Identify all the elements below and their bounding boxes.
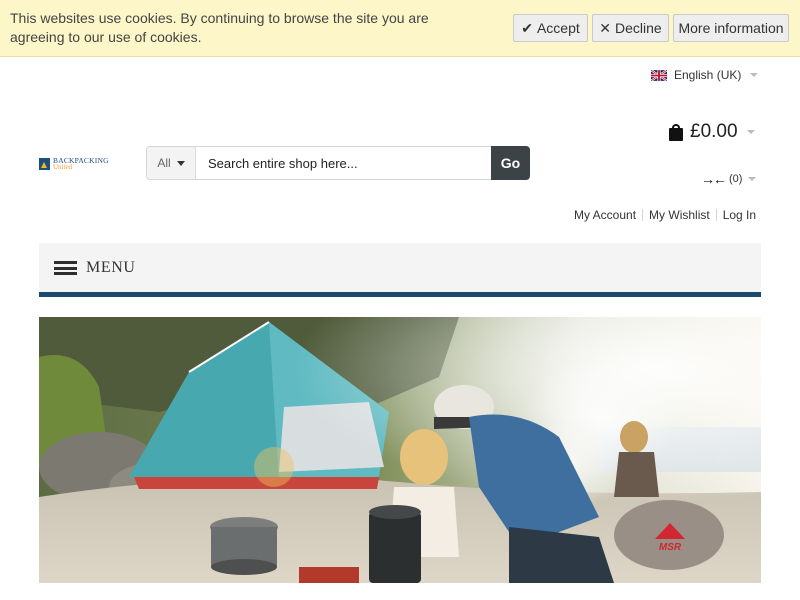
menu-toggle-button[interactable]: MENU xyxy=(54,258,136,278)
close-icon: ✕ xyxy=(599,19,612,36)
cart-total: £0.00 xyxy=(690,121,738,142)
accept-cookies-button[interactable]: ✔ Accept xyxy=(513,14,588,42)
link-divider xyxy=(642,209,644,221)
more-information-label: More information xyxy=(678,20,784,36)
menu-label: MENU xyxy=(86,259,136,276)
account-links: My Account My Wishlist Log In xyxy=(574,207,756,223)
logo-text-united: United xyxy=(53,163,73,171)
hero-banner[interactable]: MSR xyxy=(39,317,761,583)
caret-down-icon xyxy=(176,160,185,166)
compare-products[interactable]: →← (0) xyxy=(701,171,757,187)
chevron-down-icon xyxy=(750,73,759,77)
hamburger-icon xyxy=(54,261,77,275)
search-bar: All Go xyxy=(146,146,530,180)
navigation-accent-line xyxy=(39,292,761,297)
accept-label: Accept xyxy=(536,20,580,36)
compare-count: (0) xyxy=(729,173,743,185)
search-category-label: All xyxy=(157,156,171,170)
uk-flag-icon xyxy=(651,69,667,81)
compare-arrows-icon: →← xyxy=(701,171,727,187)
site-logo[interactable]: BACKPACKING United xyxy=(39,157,109,171)
chevron-down-icon xyxy=(746,130,755,134)
cookie-message: This websites use cookies. By continuing… xyxy=(10,10,429,45)
mountain-logo-icon xyxy=(39,158,50,170)
log-in-link[interactable]: Log In xyxy=(723,208,756,222)
cookie-consent-bar: This websites use cookies. By continuing… xyxy=(0,0,800,57)
language-label: English (UK) xyxy=(674,68,742,82)
search-input[interactable] xyxy=(197,147,491,179)
search-category-select[interactable]: All xyxy=(147,147,196,179)
shopping-bag-icon xyxy=(669,123,683,141)
my-account-link[interactable]: My Account xyxy=(574,208,636,222)
language-switcher[interactable]: English (UK) xyxy=(651,66,759,84)
checkmark-icon: ✔ xyxy=(521,19,533,36)
decline-label: Decline xyxy=(615,20,662,36)
msr-brand-logo: MSR xyxy=(659,542,682,553)
more-information-button[interactable]: More information xyxy=(673,14,789,42)
navigation-bar: MENU xyxy=(39,243,761,292)
link-divider xyxy=(715,209,717,221)
my-wishlist-link[interactable]: My Wishlist xyxy=(649,208,710,222)
hero-camping-photo: MSR xyxy=(39,317,761,583)
chevron-down-icon xyxy=(748,177,757,181)
mini-cart[interactable]: £0.00 xyxy=(669,120,755,144)
decline-cookies-button[interactable]: ✕ Decline xyxy=(592,14,669,42)
search-go-button[interactable]: Go xyxy=(491,146,530,180)
